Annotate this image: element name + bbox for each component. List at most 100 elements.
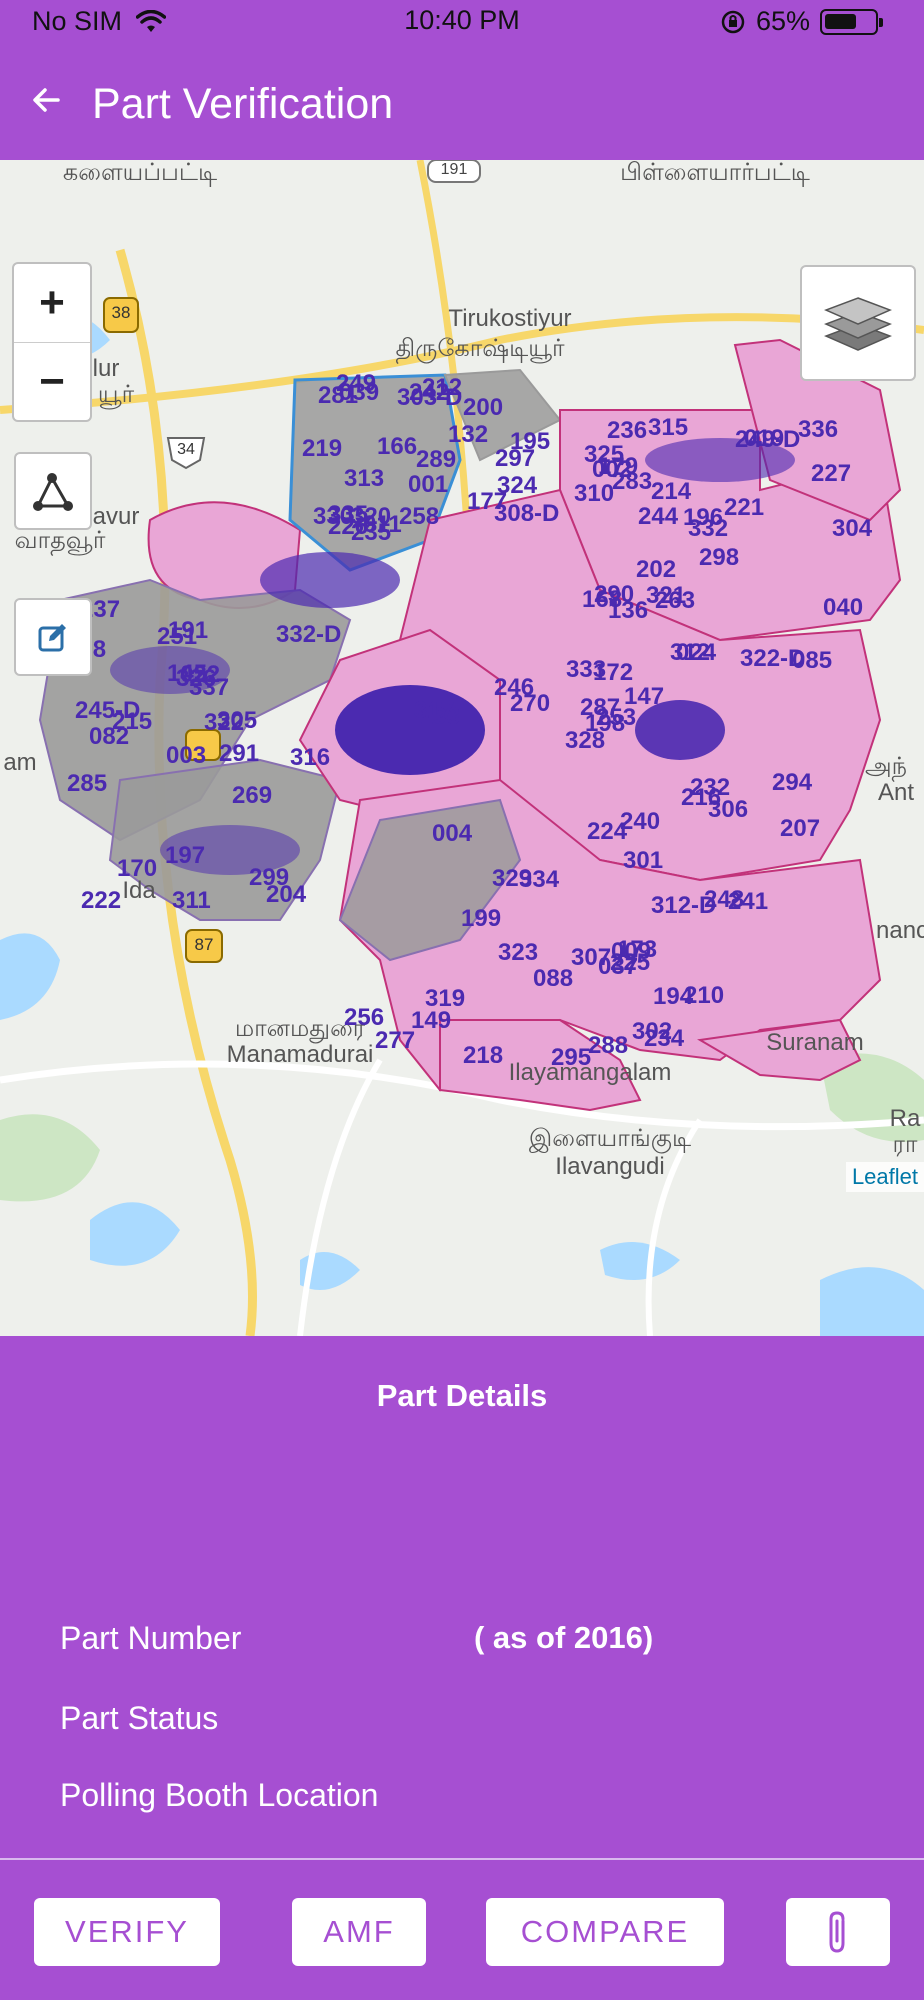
part-number-label[interactable]: 324 — [497, 472, 537, 500]
part-number-label[interactable]: 308-D — [494, 500, 559, 528]
part-number-label[interactable]: 297 — [495, 445, 535, 473]
part-number-label[interactable]: 328 — [565, 727, 605, 755]
zoom-control: + − — [12, 262, 92, 422]
part-number-label[interactable]: 244 — [638, 503, 678, 531]
road-shield-label: 191 — [440, 161, 468, 178]
part-number-label[interactable]: 322 — [204, 709, 244, 737]
part-number-label[interactable]: 240 — [620, 808, 660, 836]
place-label: இளையாங்குடி — [528, 1125, 692, 1152]
part-number-label[interactable]: 288 — [588, 1032, 628, 1060]
battery-icon — [820, 8, 883, 35]
part-number-label[interactable]: 301 — [623, 847, 663, 875]
part-number-label[interactable]: 336 — [798, 416, 838, 444]
action-bar: VERIFY AMF COMPARE — [0, 1858, 924, 2000]
part-number-label[interactable]: 316 — [290, 744, 330, 772]
edit-layers-button[interactable] — [14, 598, 92, 676]
part-number-label[interactable]: 225 — [610, 949, 650, 977]
part-number-label[interactable]: 311 — [172, 887, 211, 915]
part-number-label[interactable]: 207 — [780, 815, 820, 843]
part-number-label[interactable]: 214 — [651, 478, 691, 506]
part-details-heading: Part Details — [376, 1378, 548, 1413]
part-number-label[interactable]: 132 — [448, 421, 488, 449]
part-number-label[interactable]: 310 — [574, 480, 614, 508]
part-number-label[interactable]: 290 — [594, 581, 634, 609]
part-number-label[interactable]: 251 — [157, 623, 197, 651]
part-number-label[interactable]: 281 — [318, 382, 358, 410]
zoom-in-button[interactable]: + — [14, 264, 90, 342]
part-number-label[interactable]: 306 — [708, 796, 748, 824]
part-number-label[interactable]: 299 — [249, 864, 289, 892]
part-number-label[interactable]: 325 — [584, 441, 624, 469]
part-number-label[interactable]: 170 — [117, 855, 157, 883]
part-number-label[interactable]: 199 — [461, 905, 501, 933]
part-number-label[interactable]: 295 — [551, 1044, 591, 1072]
amf-button[interactable]: AMF — [292, 1898, 426, 1966]
part-number-label[interactable]: 334 — [519, 866, 559, 894]
part-number-label[interactable]: 307 — [571, 944, 611, 972]
part-number-label[interactable]: 332 — [688, 515, 728, 543]
part-number-label[interactable]: 218 — [463, 1042, 503, 1070]
part-number-label[interactable]: 269 — [232, 782, 272, 810]
place-label: Ra — [889, 1105, 921, 1132]
part-number-label[interactable]: 313 — [344, 465, 384, 493]
part-number-label[interactable]: 323 — [498, 939, 538, 967]
part-number-label[interactable]: 287 — [580, 694, 620, 722]
part-number-label[interactable]: 319 — [425, 985, 465, 1013]
part-number-label[interactable]: 249-D — [735, 426, 800, 454]
part-number-label[interactable]: 312 — [670, 639, 710, 667]
part-number-label[interactable]: 303-D — [397, 384, 462, 412]
part-number-label[interactable]: 270 — [510, 690, 550, 718]
part-number-label[interactable]: 322-D — [740, 645, 805, 673]
battery-fill — [825, 13, 856, 29]
part-number-label[interactable]: 202 — [636, 556, 676, 584]
part-number-label[interactable]: 004 — [432, 820, 472, 848]
part-number-label[interactable]: 317 — [414, 697, 454, 725]
part-number-label[interactable]: 166 — [377, 433, 417, 461]
part-number-value: ( as of 2016) — [474, 1620, 654, 1655]
draw-polyline-button[interactable] — [14, 452, 92, 530]
part-number-label[interactable]: 003 — [166, 742, 206, 770]
orientation-lock-icon — [721, 10, 745, 33]
part-number-label[interactable]: 321 — [646, 582, 686, 610]
part-number-label[interactable]: 289 — [416, 446, 456, 474]
part-number-label[interactable]: 294 — [772, 769, 812, 797]
verify-button[interactable]: VERIFY — [34, 1898, 220, 1966]
part-number-label[interactable]: 210 — [684, 982, 724, 1010]
part-number-label[interactable]: 304 — [832, 515, 872, 543]
layers-button[interactable] — [800, 265, 916, 381]
map-view[interactable]: களையப்பட்டி பிள்ளையார்பட்டி 191 38 34 87… — [0, 160, 924, 1336]
part-number-label[interactable]: 285 — [67, 770, 107, 798]
part-number-label[interactable]: 298 — [699, 544, 739, 572]
part-number-label[interactable]: 315 — [648, 414, 688, 442]
part-number-label[interactable]: 200 — [463, 394, 503, 422]
back-arrow-icon[interactable] — [28, 82, 64, 118]
part-number-label[interactable]: 219 — [302, 435, 342, 463]
part-number-label[interactable]: 333 — [566, 656, 606, 684]
place-label: திருகோஷ்டியூர் — [395, 335, 565, 362]
part-number-label[interactable]: 302 — [632, 1018, 672, 1046]
part-number-label[interactable]: 221 — [724, 494, 764, 522]
compare-button[interactable]: COMPARE — [486, 1898, 724, 1966]
part-number-label[interactable]: 088 — [533, 965, 573, 993]
attach-button[interactable] — [786, 1898, 890, 1966]
part-number-label[interactable]: 291 — [219, 740, 259, 768]
part-number-label[interactable]: 277 — [375, 1027, 415, 1055]
part-number-label[interactable]: 283 — [612, 468, 652, 496]
part-number-label[interactable]: 337 — [189, 674, 229, 702]
part-number-label[interactable]: 312-D — [651, 892, 716, 920]
part-number-label[interactable]: 332-D — [276, 621, 341, 649]
part-number-label[interactable]: 245-D — [75, 697, 140, 725]
place-label: am — [3, 749, 37, 776]
part-status-label: Part Status — [60, 1700, 219, 1736]
part-number-label[interactable]: 040 — [823, 594, 863, 622]
road-shield-label: 87 — [194, 935, 214, 954]
part-number-label[interactable]: 335 — [328, 501, 368, 529]
draw-polyline-icon — [33, 473, 73, 511]
part-number-label[interactable]: 222 — [81, 887, 121, 915]
zoom-out-button[interactable]: − — [14, 342, 90, 420]
part-number-label[interactable]: 258 — [399, 503, 439, 531]
part-number-label[interactable]: 227 — [811, 460, 851, 488]
part-number-label[interactable]: 197 — [165, 842, 205, 870]
map-attribution[interactable]: Leaflet — [845, 1162, 924, 1192]
part-number-label[interactable]: 001 — [408, 471, 448, 499]
